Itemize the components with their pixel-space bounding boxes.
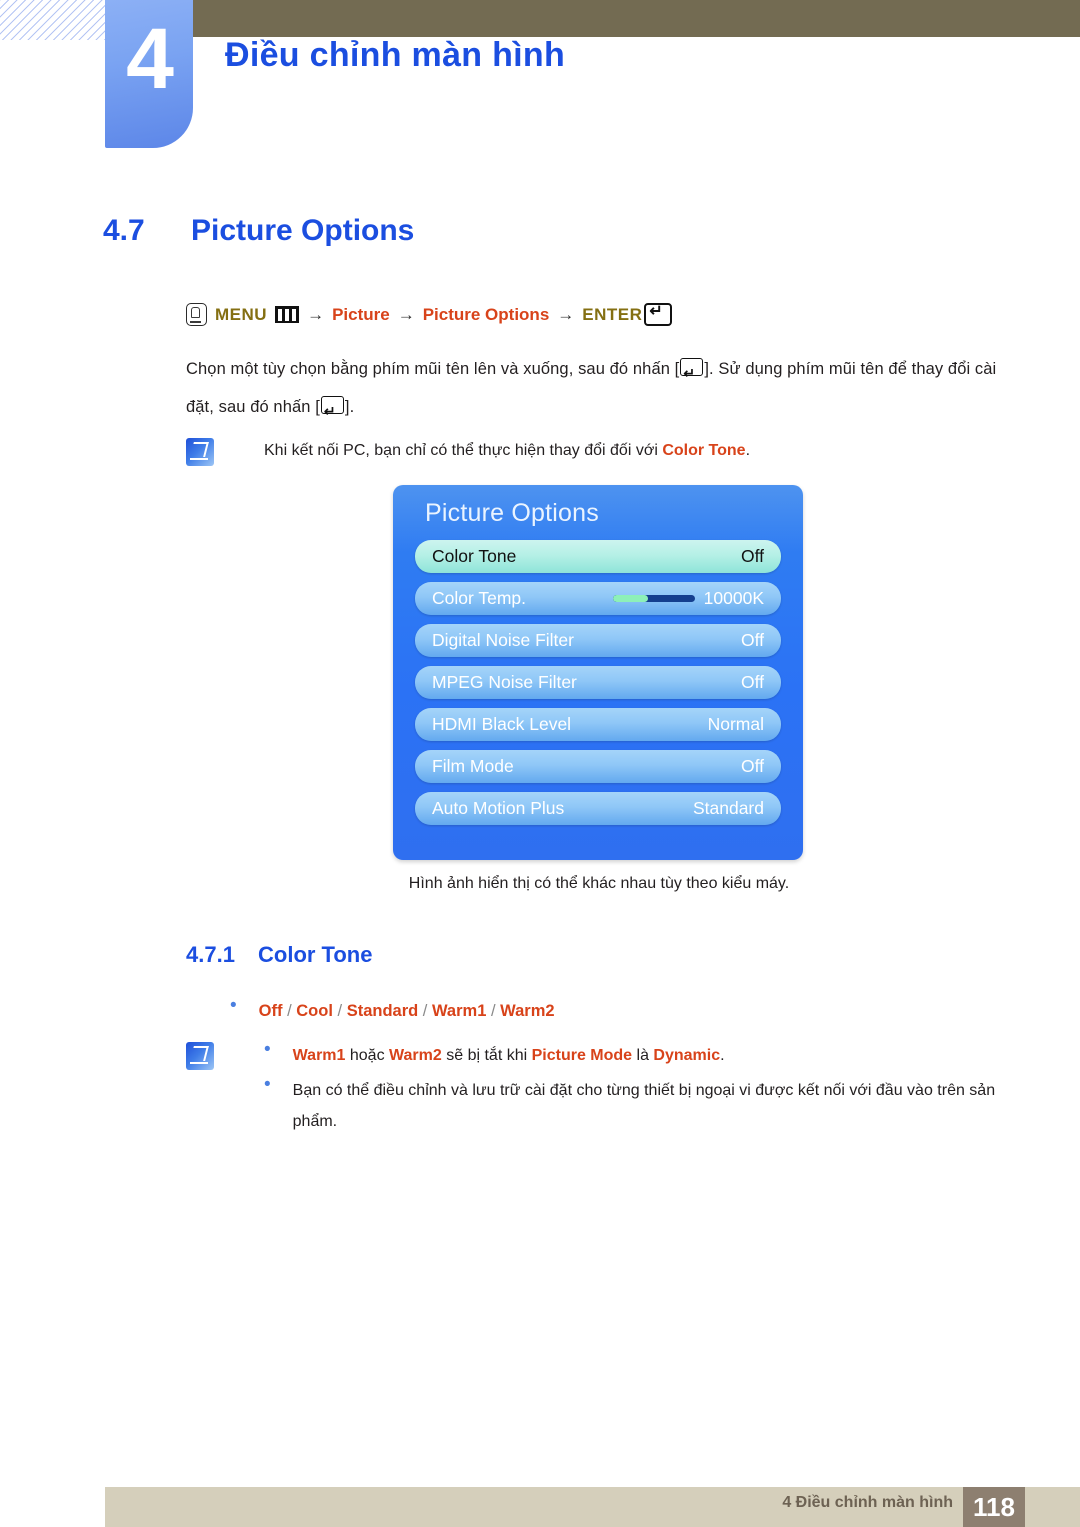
osd-row[interactable]: HDMI Black Level Normal [415, 708, 781, 741]
note-text-segment: là [632, 1047, 654, 1064]
osd-row-value-group: Standard [693, 798, 764, 819]
color-tone-options-bullet: • Off / Cool / Standard / Warm1 / Warm2 [230, 996, 555, 1026]
chapter-number: 4 [126, 11, 174, 107]
menu-path-arrow-2: → [397, 304, 415, 324]
note-warm-restrictions: • Warm1 hoặc Warm2 sẽ bị tắt khi Picture … [186, 1040, 1016, 1141]
menu-bars-icon [275, 306, 300, 323]
option-separator: / [282, 1002, 297, 1020]
menu-path-item-picture[interactable]: Picture [332, 305, 390, 325]
note-bullet-text: Warm1 hoặc Warm2 sẽ bị tắt khi Picture M… [293, 1040, 725, 1071]
footer-chapter-label: 4 Điều chỉnh màn hình [782, 1494, 953, 1511]
osd-row-value: Off [740, 546, 764, 566]
footer-page-number: 118 [963, 1487, 1025, 1527]
osd-row-label: Auto Motion Plus [432, 798, 565, 818]
enter-key-icon-inline-2 [320, 392, 344, 430]
mouse-click-icon [186, 303, 207, 326]
note-pc-text-part1: Khi kết nối PC, bạn chỉ có thể thực hiện… [264, 442, 663, 459]
note-text-segment: Bạn có thể điều chỉnh và lưu trữ cài đặt… [292, 1082, 996, 1130]
osd-row[interactable]: Auto Motion Plus Standard [415, 792, 781, 825]
menu-path-item-picture-options[interactable]: Picture Options [423, 305, 550, 325]
section-title: Picture Options [191, 214, 415, 247]
osd-row[interactable]: MPEG Noise Filter Off [415, 666, 781, 699]
enter-key-icon [644, 301, 673, 326]
color-tone-option: Off [258, 1002, 283, 1020]
osd-slider-fill [612, 595, 648, 602]
note-pencil-icon [186, 438, 214, 466]
menu-path-menu-label[interactable]: MENU [215, 305, 267, 325]
subsection-number: 4.7.1 [186, 942, 235, 967]
note-text-segment: sẽ bị tắt khi [441, 1047, 532, 1064]
osd-slider[interactable] [612, 595, 695, 602]
option-separator: / [332, 1002, 347, 1020]
chapter-title: Điều chỉnh màn hình [225, 36, 566, 74]
osd-row[interactable]: Film Mode Off [415, 750, 781, 783]
osd-row-value: Off [740, 756, 764, 776]
osd-row-label: Color Temp. [432, 588, 527, 608]
osd-row-label: Film Mode [432, 756, 514, 776]
osd-row-value: 10000K [703, 588, 764, 608]
bottom-notes-list: • Warm1 hoặc Warm2 sẽ bị tắt khi Picture … [264, 1040, 1016, 1141]
instruction-text-part3: ]. [344, 398, 355, 416]
osd-row-value: Off [740, 672, 764, 692]
note-pc-connection: Khi kết nối PC, bạn chỉ có thể thực hiện… [186, 436, 1016, 466]
osd-caption: Hình ảnh hiển thị có thể khác nhau tùy t… [408, 875, 790, 892]
osd-row[interactable]: Digital Noise Filter Off [415, 624, 781, 657]
page-header: 4 Điều chỉnh màn hình [0, 0, 1080, 160]
header-olive-bar [192, 0, 1080, 37]
menu-path-arrow-1: → [307, 304, 325, 324]
osd-row-value: Normal [707, 714, 764, 734]
note-pc-text-part2: . [745, 442, 751, 459]
note-bullet: • Warm1 hoặc Warm2 sẽ bị tắt khi Picture … [264, 1040, 1016, 1071]
osd-row-label: HDMI Black Level [432, 714, 572, 734]
menu-path-breadcrumb: MENU → Picture → Picture Options → ENTER [186, 301, 673, 326]
osd-row-label: Color Tone [432, 546, 517, 566]
note-text-segment: Dynamic [653, 1047, 721, 1064]
osd-row-value-group: Normal [708, 714, 764, 735]
note-bullet: • Bạn có thể điều chỉnh và lưu trữ cài đặ… [264, 1075, 1016, 1137]
note-pc-text: Khi kết nối PC, bạn chỉ có thể thực hiện… [264, 436, 750, 466]
osd-row-value: Standard [692, 798, 764, 818]
osd-row-label: MPEG Noise Filter [432, 672, 577, 692]
menu-path-arrow-3: → [557, 304, 575, 324]
osd-row[interactable]: Color Temp. 10000K [415, 582, 781, 615]
note-pencil-icon-2 [186, 1042, 214, 1070]
subsection-heading: 4.7.1 Color Tone [186, 942, 372, 968]
note-text-segment: Warm1 [292, 1047, 346, 1064]
note-text-segment: Warm2 [389, 1047, 442, 1064]
option-separator: / [486, 1002, 501, 1020]
osd-row-value-group: Off [741, 630, 764, 651]
osd-row-value: Off [740, 630, 764, 650]
instruction-text-part1: Chọn một tùy chọn bằng phím mũi tên lên … [186, 360, 680, 378]
color-tone-option: Warm1 [431, 1002, 487, 1020]
bullet-dot-icon: • [230, 995, 237, 1016]
osd-row-value-group: 10000K [612, 588, 764, 609]
osd-row-value-group: Off [741, 756, 764, 777]
note-text-segment: . [720, 1047, 725, 1064]
subsection-title: Color Tone [258, 942, 373, 967]
section-heading: 4.7 Picture Options [103, 214, 414, 248]
note-text-segment: hoặc [345, 1047, 390, 1064]
color-tone-option: Warm2 [500, 1002, 555, 1020]
osd-row-value-group: Off [741, 672, 764, 693]
bullet-dot-icon: • [264, 1039, 271, 1060]
instruction-paragraph: Chọn một tùy chọn bằng phím mũi tên lên … [186, 350, 1012, 430]
section-number: 4.7 [103, 214, 145, 247]
osd-picture-options-panel: Picture Options Color Tone Off Color Temp.… [393, 485, 803, 860]
option-separator: / [418, 1002, 432, 1020]
color-tone-option: Standard [346, 1002, 419, 1020]
color-tone-options-list: Off / Cool / Standard / Warm1 / Warm2 [259, 996, 555, 1026]
note-bullet-text: Bạn có thể điều chỉnh và lưu trữ cài đặt… [293, 1075, 1016, 1137]
bullet-dot-icon: • [264, 1074, 271, 1095]
osd-row-list: Color Tone Off Color Temp. 10000K Digital No… [415, 540, 781, 834]
decorative-hatch-pattern [0, 0, 105, 40]
note-text-segment: Picture Mode [531, 1047, 633, 1064]
menu-path-enter-label[interactable]: ENTER [582, 305, 642, 325]
osd-row-value-group: Off [741, 546, 764, 567]
osd-row-label: Digital Noise Filter [432, 630, 574, 650]
enter-key-icon-inline-1 [680, 354, 704, 392]
color-tone-option: Cool [296, 1002, 333, 1020]
osd-row[interactable]: Color Tone Off [415, 540, 781, 573]
osd-title: Picture Options [425, 499, 599, 527]
note-pc-highlight: Color Tone [662, 442, 746, 459]
